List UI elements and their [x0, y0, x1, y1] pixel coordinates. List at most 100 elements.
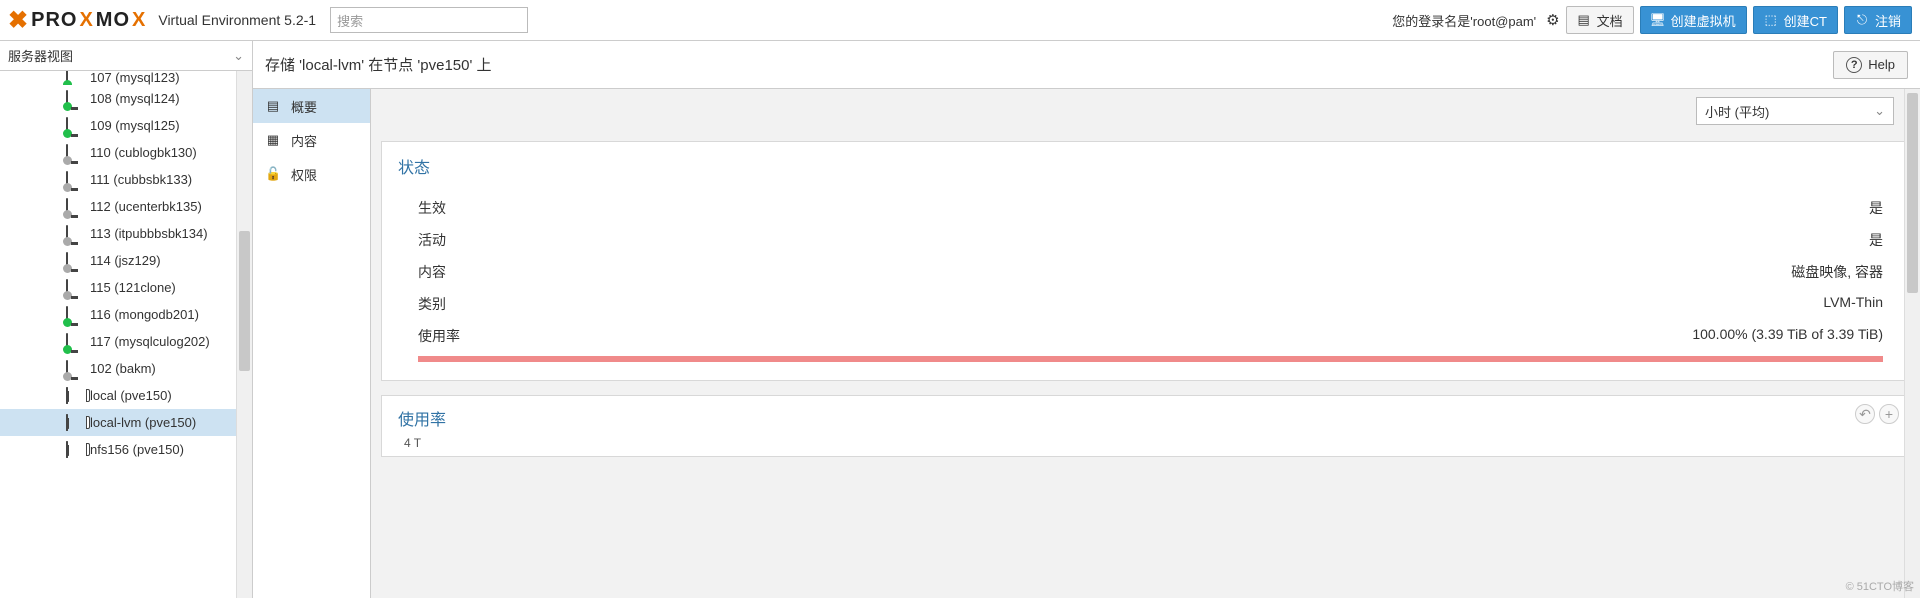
tree-item[interactable]: 116 (mongodb201)	[0, 301, 236, 328]
status-key: 类别	[418, 294, 446, 314]
subtab-内容[interactable]: ▦内容	[253, 123, 370, 157]
status-value: LVM-Thin	[1823, 294, 1883, 314]
tree-wrap: 107 (mysql123) 108 (mysql124) 109 (mysql12…	[0, 71, 252, 598]
tree-item-label: 115 (121clone)	[90, 280, 176, 295]
tree-item[interactable]: 107 (mysql123)	[0, 71, 236, 85]
tree-item[interactable]: nfs156 (pve150)	[0, 436, 236, 463]
chart-undo-button[interactable]: ↶	[1855, 404, 1875, 424]
tree-item-label: 114 (jsz129)	[90, 253, 161, 268]
vm-icon	[66, 226, 84, 242]
status-value: 磁盘映像, 容器	[1791, 262, 1883, 282]
content-header: 存储 'local-lvm' 在节点 'pve150' 上 ? Help	[253, 41, 1920, 89]
top-bar: ✖ PROXMOX Virtual Environment 5.2-1 搜索 您…	[0, 0, 1920, 41]
create-ct-button[interactable]: ⬚ 创建CT	[1753, 6, 1838, 34]
view-selector[interactable]: 服务器视图 ⌄	[0, 41, 252, 71]
view-selector-label: 服务器视图	[8, 46, 73, 65]
chart-add-button[interactable]: +	[1879, 404, 1899, 424]
chart-y-axis-top: 4 T	[398, 436, 1893, 450]
status-panel: 状态 生效是活动是内容磁盘映像, 容器类别LVM-Thin 使用率 100.00…	[381, 141, 1910, 381]
tree-item[interactable]: 108 (mysql124)	[0, 85, 236, 112]
help-button[interactable]: ? Help	[1833, 51, 1908, 79]
tree-item[interactable]: 110 (cublogbk130)	[0, 139, 236, 166]
resource-tree[interactable]: 107 (mysql123) 108 (mysql124) 109 (mysql12…	[0, 71, 236, 598]
vm-icon	[66, 172, 84, 188]
vm-icon	[66, 307, 84, 323]
tree-item-label: 116 (mongodb201)	[90, 307, 199, 322]
env-version-label: Virtual Environment 5.2-1	[158, 12, 316, 28]
tree-scroll-thumb[interactable]	[239, 231, 250, 371]
content-subtabs: ▤概要▦内容🔓权限	[253, 89, 371, 598]
logout-button[interactable]: ⎋ 注销	[1844, 6, 1912, 34]
storage-icon	[66, 415, 84, 431]
tree-item[interactable]: local (pve150)	[0, 382, 236, 409]
tree-scrollbar[interactable]	[236, 71, 252, 598]
help-label: Help	[1868, 57, 1895, 72]
usage-row: 使用率 100.00% (3.39 TiB of 3.39 TiB)	[398, 320, 1893, 352]
status-key: 内容	[418, 262, 446, 282]
chevron-down-icon: ⌄	[233, 48, 244, 64]
usage-value: 100.00% (3.39 TiB of 3.39 TiB)	[1692, 326, 1883, 346]
subtab-权限[interactable]: 🔓权限	[253, 157, 370, 191]
tree-item[interactable]: local-lvm (pve150)	[0, 409, 236, 436]
tree-item-label: 108 (mysql124)	[90, 91, 180, 106]
vm-icon	[66, 71, 84, 85]
usage-chart-title: 使用率	[398, 406, 1893, 430]
vm-icon	[66, 253, 84, 269]
subtab-概要[interactable]: ▤概要	[253, 89, 370, 123]
tree-item[interactable]: 102 (bakm)	[0, 355, 236, 382]
lock-icon: 🔓	[265, 166, 281, 182]
tree-item-label: 113 (itpubbbsbk134)	[90, 226, 208, 241]
tree-item-label: local (pve150)	[90, 388, 172, 403]
cube-icon: ⬚	[1764, 13, 1778, 27]
logo-x-icon: ✖	[8, 6, 29, 35]
brand-text-3: MO	[96, 9, 130, 32]
content-scrollbar[interactable]	[1904, 89, 1920, 598]
search-input[interactable]: 搜索	[330, 7, 528, 33]
vm-icon	[66, 91, 84, 107]
tree-item[interactable]: 114 (jsz129)	[0, 247, 236, 274]
tree-item[interactable]: 111 (cubbsbk133)	[0, 166, 236, 193]
status-row: 生效是	[398, 192, 1893, 224]
tree-item-label: 111 (cubbsbk133)	[90, 172, 192, 187]
tree-item-label: 117 (mysqlculog202)	[90, 334, 210, 349]
status-row: 活动是	[398, 224, 1893, 256]
usage-chart-panel: 使用率 ↶ + 4 T	[381, 395, 1910, 457]
brand-logo: ✖ PROXMOX	[8, 6, 146, 35]
gear-icon[interactable]: ⚙	[1546, 11, 1559, 29]
tree-item-label: 107 (mysql123)	[90, 71, 180, 85]
tree-item-label: 109 (mysql125)	[90, 118, 180, 133]
create-vm-label: 创建虚拟机	[1671, 11, 1736, 30]
create-vm-button[interactable]: 🖥 创建虚拟机	[1640, 6, 1747, 34]
brand-text-2: X	[79, 9, 93, 32]
tree-item[interactable]: 112 (ucenterbk135)	[0, 193, 236, 220]
time-range-label: 小时 (平均)	[1705, 102, 1769, 121]
tree-item-label: 110 (cublogbk130)	[90, 145, 197, 160]
subtab-label: 概要	[291, 97, 317, 116]
logout-label: 注销	[1875, 11, 1901, 30]
vm-icon	[66, 118, 84, 134]
documentation-label: 文档	[1597, 11, 1623, 30]
tree-item-label: nfs156 (pve150)	[90, 442, 184, 457]
chart-toolbar: ↶ +	[1855, 404, 1899, 424]
content-column: 存储 'local-lvm' 在节点 'pve150' 上 ? Help ▤概要…	[253, 41, 1920, 598]
tree-item[interactable]: 117 (mysqlculog202)	[0, 328, 236, 355]
documentation-button[interactable]: ▤ 文档	[1566, 6, 1634, 34]
usage-progress-bar	[418, 356, 1883, 362]
login-user-label: 您的登录名是'root@pam'	[1392, 11, 1536, 30]
tree-item-label: local-lvm (pve150)	[90, 415, 196, 430]
search-placeholder: 搜索	[337, 11, 363, 30]
vm-icon	[66, 199, 84, 215]
tree-item[interactable]: 115 (121clone)	[0, 274, 236, 301]
status-row: 内容 磁盘映像, 容器	[398, 256, 1893, 288]
detail-pane: 小时 (平均) ⌄ 状态 生效是活动是内容磁盘映像, 容器类别LVM-Thin …	[371, 89, 1920, 598]
time-range-select[interactable]: 小时 (平均) ⌄	[1696, 97, 1894, 125]
tree-item[interactable]: 109 (mysql125)	[0, 112, 236, 139]
status-rows: 生效是活动是内容 磁盘映像, 容器类别 LVM-Thin	[398, 192, 1893, 320]
monitor-icon: 🖥	[1651, 13, 1665, 27]
content-scroll-thumb[interactable]	[1907, 93, 1918, 293]
vm-icon	[66, 334, 84, 350]
usage-bar-container	[398, 352, 1893, 362]
storage-icon	[66, 442, 84, 458]
tree-item-label: 102 (bakm)	[90, 361, 156, 376]
tree-item[interactable]: 113 (itpubbbsbk134)	[0, 220, 236, 247]
